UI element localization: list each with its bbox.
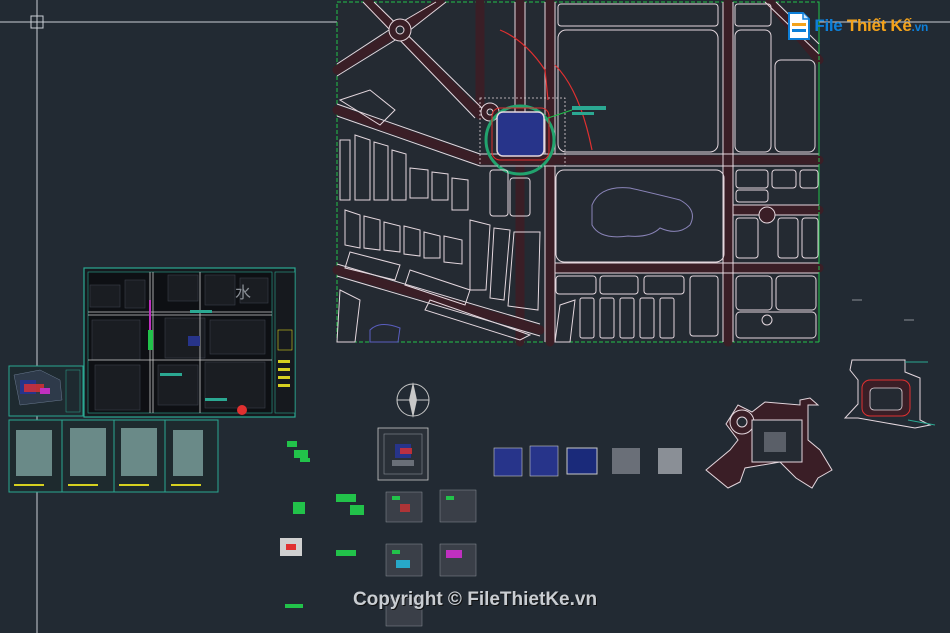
logo-word-file: File <box>814 16 847 35</box>
site-plan-sheet[interactable]: 水 <box>83 267 296 418</box>
site-layout-sheet[interactable] <box>377 427 429 481</box>
site-logo[interactable]: File Thiết Kế.vn <box>786 8 928 44</box>
file-icon <box>786 11 812 41</box>
cad-model-space[interactable]: 水 <box>0 0 950 633</box>
zoning-plan-thumbnail[interactable] <box>8 365 84 417</box>
logo-text: File Thiết Kế.vn <box>814 16 928 36</box>
plan-marker <box>852 299 914 321</box>
copyright-watermark: Copyright © FileThietKe.vn <box>352 589 598 610</box>
north-arrow-icon <box>396 382 430 418</box>
svg-text:水: 水 <box>235 283 251 302</box>
logo-domain: .vn <box>911 20 929 34</box>
intersection-detail[interactable] <box>705 397 833 489</box>
elevation-sheets[interactable] <box>8 419 219 493</box>
master-plan-drawing[interactable] <box>332 0 824 347</box>
logo-word-thietke: Thiết Kế <box>846 16 912 35</box>
detail-snippets[interactable] <box>280 441 364 608</box>
building-elevations[interactable] <box>493 445 682 477</box>
junction-detail[interactable] <box>843 359 936 429</box>
